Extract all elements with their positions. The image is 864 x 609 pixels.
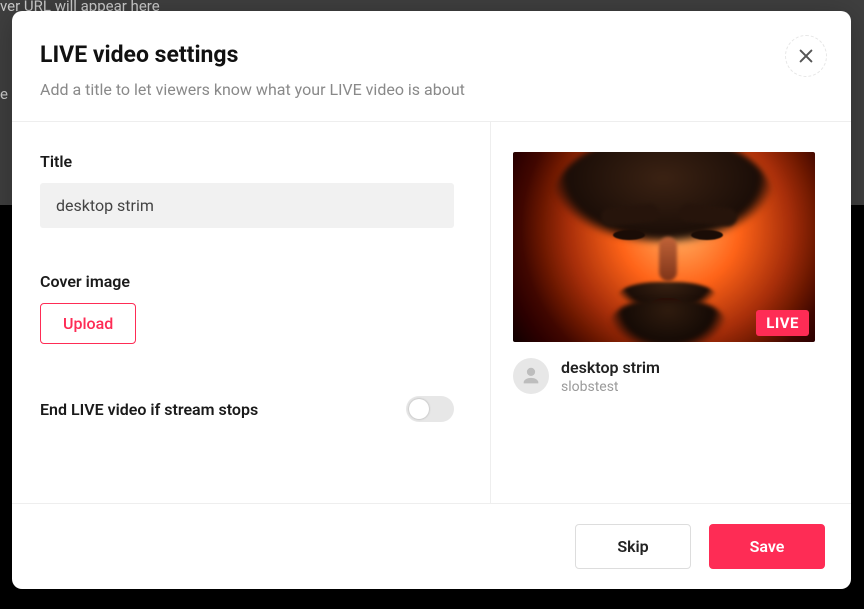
- upload-button[interactable]: Upload: [40, 303, 136, 344]
- cover-preview: LIVE: [513, 152, 815, 342]
- modal-subtitle: Add a title to let viewers know what you…: [40, 80, 823, 99]
- cover-image-label: Cover image: [40, 272, 468, 291]
- end-stream-toggle[interactable]: [406, 396, 454, 422]
- modal-title: LIVE video settings: [40, 41, 823, 68]
- modal-footer: Skip Save: [12, 503, 851, 589]
- form-panel: Title Cover image Upload End LIVE video …: [12, 122, 491, 503]
- preview-panel: LIVE desktop strim slobstest: [491, 122, 851, 503]
- background-text-2: e: [0, 85, 8, 103]
- preview-user-row: desktop strim slobstest: [513, 358, 825, 395]
- preview-user-text: desktop strim slobstest: [561, 358, 660, 395]
- avatar: [513, 358, 549, 394]
- preview-title: desktop strim: [561, 358, 660, 377]
- skip-button[interactable]: Skip: [575, 524, 691, 569]
- close-icon: [797, 47, 815, 65]
- close-button[interactable]: [785, 35, 827, 77]
- preview-username: slobstest: [561, 379, 660, 395]
- title-input[interactable]: [40, 183, 454, 228]
- modal-body: Title Cover image Upload End LIVE video …: [12, 122, 851, 503]
- modal-header: LIVE video settings Add a title to let v…: [12, 11, 851, 122]
- app-backdrop: ver URL will appear here e LIVE video se…: [0, 0, 864, 609]
- title-label: Title: [40, 152, 468, 171]
- end-stream-label: End LIVE video if stream stops: [40, 400, 258, 419]
- live-badge: LIVE: [756, 310, 809, 336]
- end-stream-row: End LIVE video if stream stops: [40, 396, 454, 422]
- user-icon: [520, 365, 542, 387]
- save-button[interactable]: Save: [709, 524, 825, 569]
- live-settings-modal: LIVE video settings Add a title to let v…: [12, 11, 851, 589]
